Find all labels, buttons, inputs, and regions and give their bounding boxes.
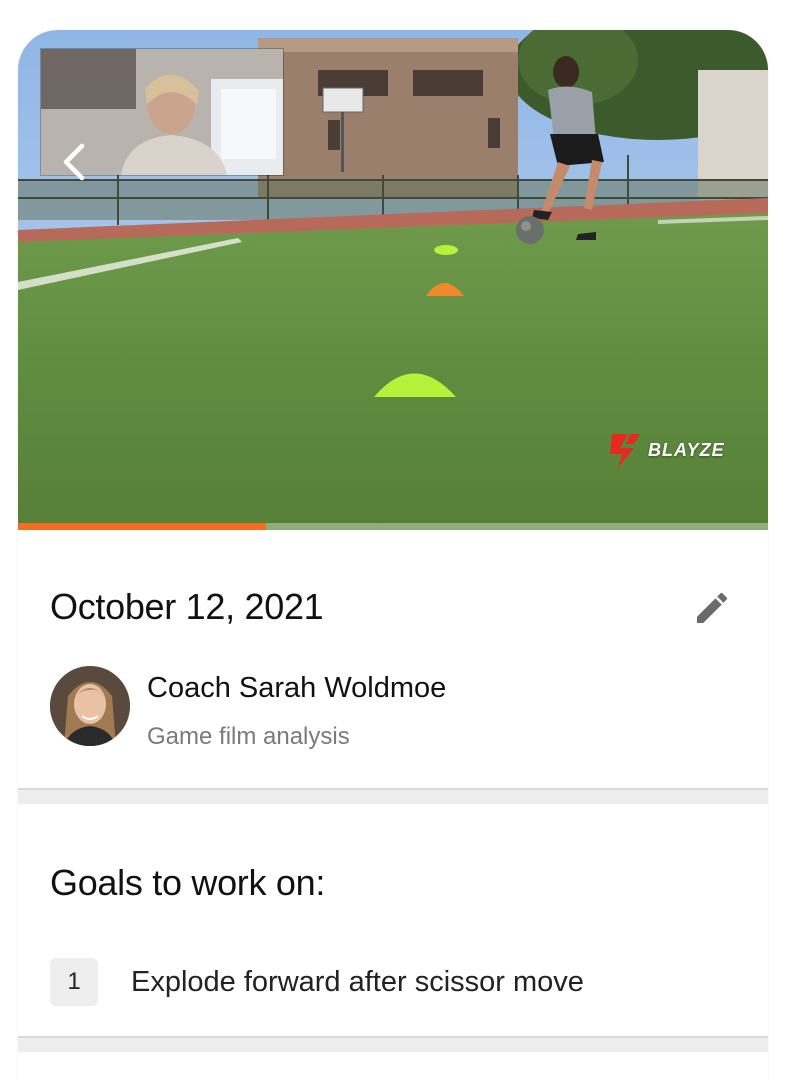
goal-number-badge: 1	[50, 958, 98, 1006]
session-type: Game film analysis	[147, 723, 350, 750]
edit-button[interactable]	[690, 586, 734, 630]
coach-avatar	[50, 666, 130, 746]
chevron-left-icon	[63, 143, 85, 181]
section-divider	[18, 790, 768, 804]
pencil-icon	[697, 592, 728, 623]
goals-section: Goals to work on: 1 Explode forward afte…	[18, 804, 768, 1038]
session-header: October 12, 2021 Coach Sarah Woldmoe Gam…	[18, 530, 768, 790]
goals-title: Goals to work on:	[50, 862, 326, 903]
coach-avatar-image	[50, 666, 130, 746]
video-player[interactable]: BLAYZE	[18, 30, 768, 530]
session-date: October 12, 2021	[50, 586, 324, 627]
coach-name: Coach Sarah Woldmoe	[147, 672, 447, 704]
session-card: BLAYZE October 12, 2021 Coach Sarah Wold…	[18, 30, 768, 1080]
goal-text: Explode forward after scissor move	[131, 966, 584, 998]
watermark-text: BLAYZE	[648, 439, 725, 460]
goal-item: 1 Explode forward after scissor move	[50, 958, 750, 1006]
back-button[interactable]	[56, 138, 92, 186]
section-divider	[18, 1038, 768, 1052]
blayze-watermark: BLAYZE	[608, 428, 725, 472]
video-progress-fill	[18, 523, 266, 530]
video-progress-bar[interactable]	[18, 523, 768, 530]
blayze-logo-icon	[610, 434, 640, 468]
